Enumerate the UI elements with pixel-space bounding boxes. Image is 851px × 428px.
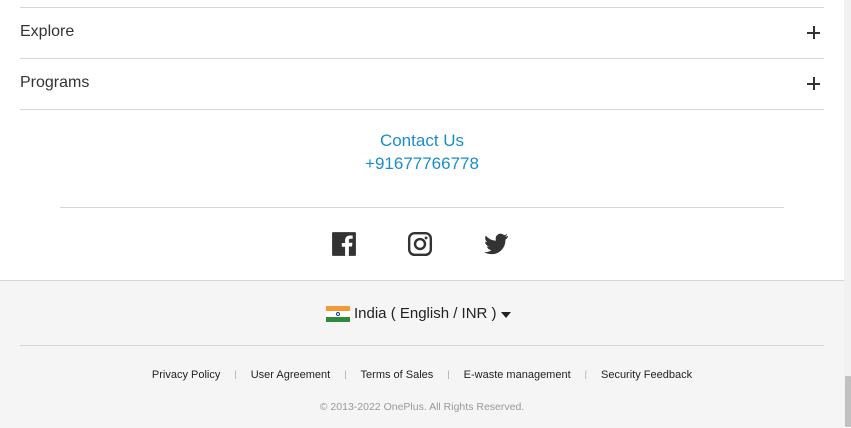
accordion-label: Programs [20,74,90,91]
user-agreement-link[interactable]: User Agreement [251,369,330,381]
divider [20,345,824,346]
separator: | [447,369,450,379]
separator: | [344,369,347,379]
accordion-label: Explore [20,23,75,40]
e-waste-management-link[interactable]: E-waste management [464,369,571,381]
facebook-icon [332,232,356,256]
terms-of-sales-link[interactable]: Terms of Sales [361,369,434,381]
copyright-text: © 2013-2022 OnePlus. All Rights Reserved… [319,401,525,413]
caret-down-icon [501,312,511,318]
plus-icon[interactable] [807,77,820,90]
security-feedback-link[interactable]: Security Feedback [601,369,692,381]
contact-us-link[interactable]: Contact Us [0,131,844,151]
twitter-link[interactable] [483,231,509,257]
scrollbar-track[interactable] [844,0,851,427]
twitter-icon [484,233,508,255]
phone-link[interactable]: +91677766778 [0,154,844,174]
facebook-link[interactable] [331,231,357,257]
instagram-link[interactable] [407,231,433,257]
page: Explore Programs Contact Us +91677766778 [0,0,844,428]
accordion-explore[interactable]: Explore [20,8,824,59]
india-flag-icon [326,306,350,322]
separator: | [234,369,237,379]
region-label: India ( English / INR ) [354,305,497,322]
divider [60,207,784,208]
privacy-policy-link[interactable]: Privacy Policy [152,369,220,381]
instagram-icon [407,231,433,257]
scrollbar-thumb[interactable] [845,376,851,427]
plus-icon[interactable] [807,26,820,39]
footer: India ( English / INR ) Privacy Policy | U… [0,280,844,428]
accordion-programs[interactable]: Programs [20,59,824,110]
separator: | [584,369,587,379]
footer-links: Privacy Policy | User Agreement | Terms of S… [0,369,844,381]
